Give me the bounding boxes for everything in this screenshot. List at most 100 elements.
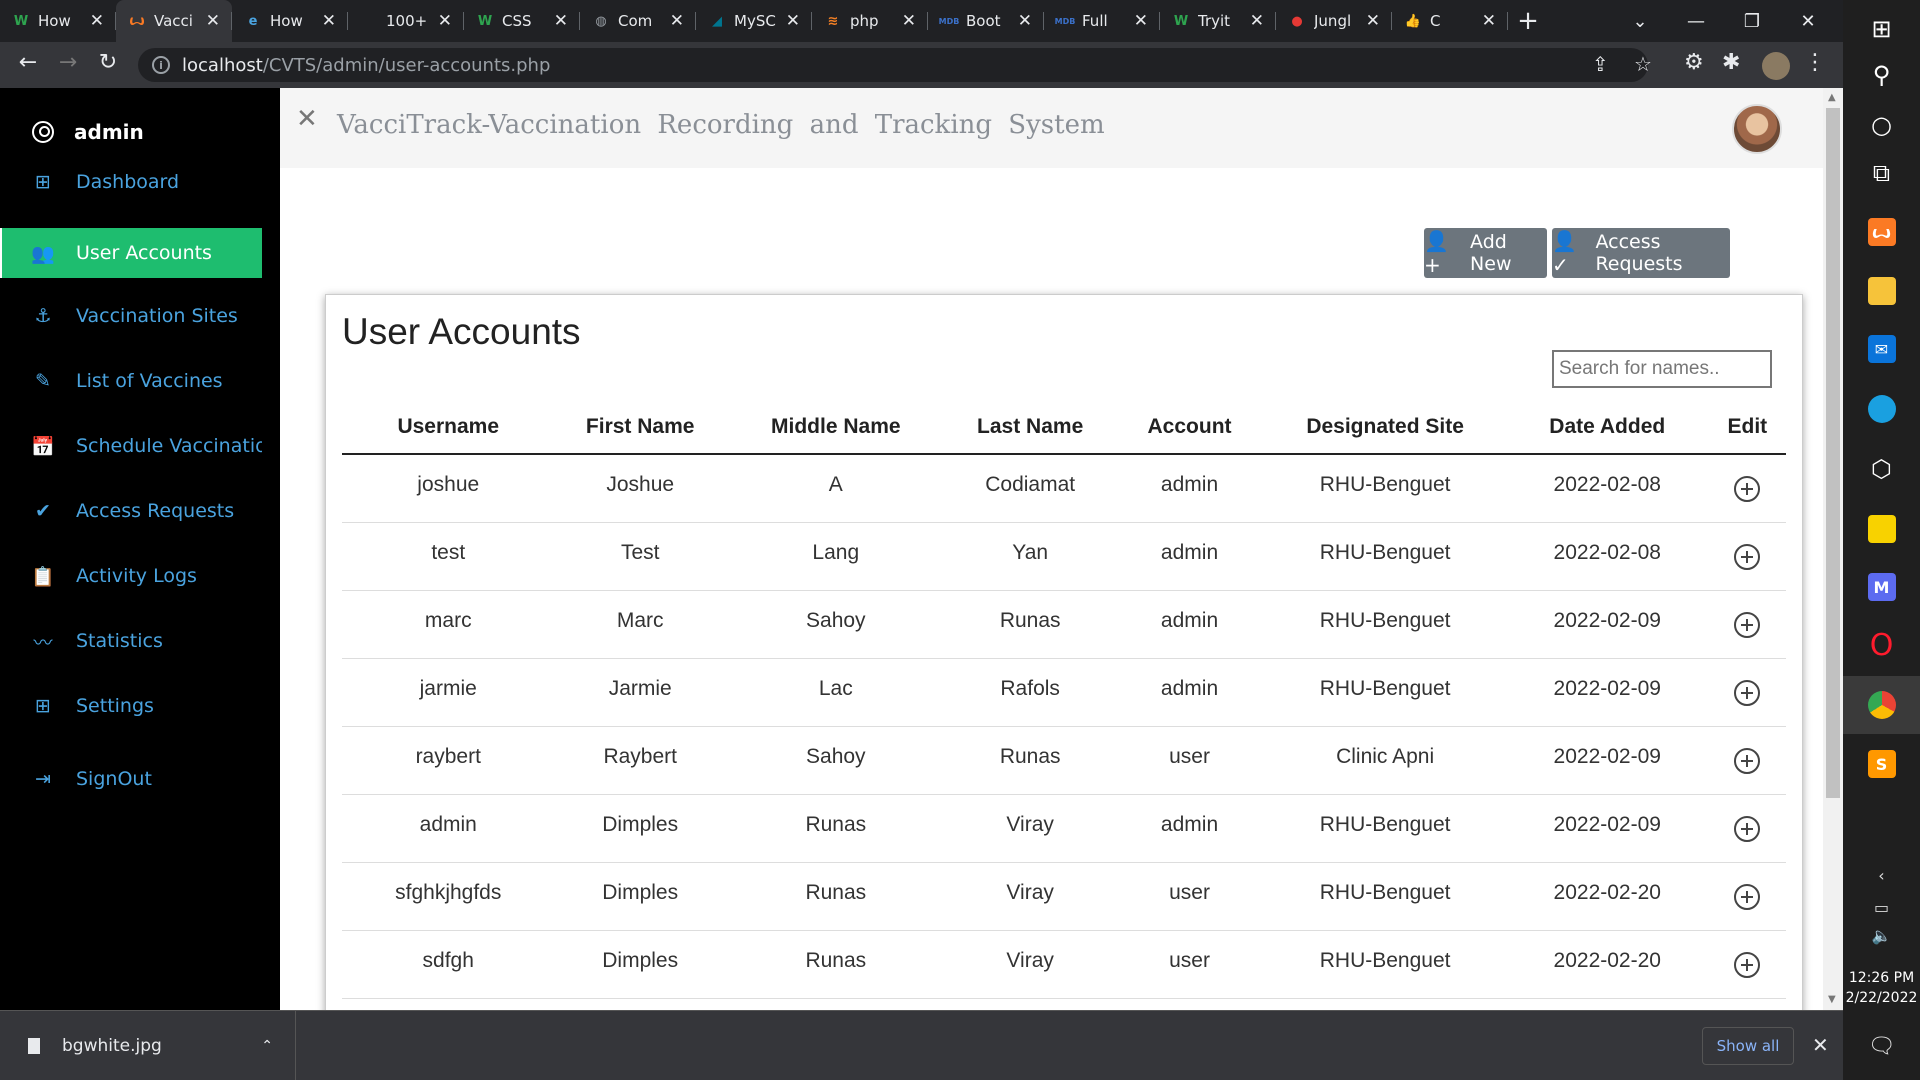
browser-tab[interactable]: W CSS ✕ [464,0,580,42]
edit-plus-icon[interactable] [1734,816,1761,842]
tab-close-icon[interactable]: ✕ [1018,11,1032,31]
reload-icon[interactable]: ↻ [88,50,128,75]
address-bar[interactable]: i localhost/CVTS/admin/user-accounts.php [138,48,1648,82]
add-new-button[interactable]: 👤+ Add New [1424,228,1547,278]
download-item[interactable]: bgwhite.jpg ⌃ [0,1011,296,1080]
browser-tab[interactable]: ≋ php ✕ [812,0,928,42]
downloads-close-icon[interactable]: ✕ [1812,1033,1829,1057]
battery-icon[interactable]: ▭ [1843,898,1920,917]
task-view-icon[interactable]: ⧉ [1843,144,1920,202]
scrollbar-thumb[interactable] [1826,108,1840,798]
sidebar-toggle-close-icon[interactable]: ✕ [296,104,318,134]
scroll-up-icon[interactable]: ▲ [1828,92,1836,103]
chrome-icon[interactable] [1843,676,1920,734]
tab-close-icon[interactable]: ✕ [670,11,684,31]
tab-close-icon[interactable]: ✕ [1250,11,1264,31]
tab-close-icon[interactable]: ✕ [554,11,568,31]
search-input[interactable] [1552,350,1772,388]
window-close-icon[interactable]: ✕ [1780,0,1836,42]
tab-close-icon[interactable]: ✕ [206,11,220,31]
forward-icon[interactable]: → [48,50,88,75]
unity-icon[interactable]: ⬡ [1843,440,1920,498]
column-header[interactable]: Middle Name [725,401,946,455]
tab-close-icon[interactable]: ✕ [438,11,452,31]
sidebar-item-user-accounts[interactable]: 👥 User Accounts [0,228,262,278]
column-header[interactable]: Edit [1708,401,1786,455]
visual-studio-icon[interactable]: M [1843,558,1920,616]
sidebar-item-vaccination-sites[interactable]: ⚓ Vaccination Sites [0,291,262,341]
browser-tab[interactable]: W Tryit ✕ [1160,0,1276,42]
tab-close-icon[interactable]: ✕ [1366,11,1380,31]
notifications-icon[interactable]: 🗨 [1843,1034,1920,1059]
edit-plus-icon[interactable] [1734,476,1761,503]
edit-plus-icon[interactable] [1734,612,1761,638]
minimize-icon[interactable]: — [1668,0,1724,42]
show-hidden-icons-icon[interactable]: ‹ [1843,866,1920,885]
edit-plus-icon[interactable] [1734,952,1761,978]
browser-tab[interactable]: ◢ MySC ✕ [696,0,812,42]
sidebar-item-schedule-vaccination[interactable]: 📅 Schedule Vaccination [0,421,262,471]
site-info-icon[interactable]: i [152,56,170,74]
browser-tab[interactable]: W How ✕ [0,0,116,42]
browser-tab[interactable]: ● Jungl ✕ [1276,0,1392,42]
restore-icon[interactable]: ❐ [1724,0,1780,42]
column-header[interactable]: Username [342,401,555,455]
tab-close-icon[interactable]: ✕ [90,11,104,31]
user-check-icon: 👤✓ [1552,229,1577,277]
column-header[interactable]: First Name [554,401,726,455]
edit-plus-icon[interactable] [1734,680,1761,706]
sidebar-item-list-of-vaccines[interactable]: ✎ List of Vaccines [0,356,262,406]
browser-tab[interactable]: 👍 C ✕ [1392,0,1508,42]
browser-tab[interactable]: MDB Full ✕ [1044,0,1160,42]
browser-tab[interactable]: e How ✕ [232,0,348,42]
bookmark-star-icon[interactable]: ☆ [1634,52,1652,76]
edit-plus-icon[interactable] [1734,544,1761,570]
table-cell: Raybert [554,726,726,795]
column-header[interactable]: Last Name [945,401,1115,455]
access-requests-button[interactable]: 👤✓ Access Requests [1552,228,1730,278]
column-header[interactable]: Designated Site [1264,401,1506,455]
taskbar-clock[interactable]: 12:26 PM 2/22/2022 [1843,968,1920,1008]
share-icon[interactable]: ⇪ [1592,52,1609,76]
sidebar-item-signout[interactable]: ⇥ SignOut [0,754,262,804]
tab-search-icon[interactable]: ⌄ [1612,0,1668,42]
profile-avatar[interactable] [1762,52,1790,80]
user-avatar[interactable] [1732,104,1782,154]
volume-icon[interactable]: 🔈 [1843,926,1920,945]
column-header[interactable]: Account [1114,401,1265,455]
column-header[interactable]: Date Added [1505,401,1709,455]
back-icon[interactable]: ← [8,50,48,75]
browser-tab[interactable]: MDB Boot ✕ [928,0,1044,42]
table-cell: Marc [554,590,726,659]
sidebar-item-access-requests[interactable]: ✔ Access Requests [0,486,262,536]
page-scrollbar[interactable]: ▲ ▼ [1823,88,1843,1010]
sidebar-item-activity-logs[interactable]: 📋 Activity Logs [0,551,262,601]
tab-close-icon[interactable]: ✕ [902,11,916,31]
browser-tab[interactable]: 100+ ✕ [348,0,464,42]
edit-plus-icon[interactable] [1734,748,1761,774]
opera-icon[interactable]: O [1843,616,1920,674]
extensions-puzzle-icon[interactable]: ✱ [1722,50,1740,75]
show-all-button[interactable]: Show all [1702,1027,1794,1065]
chevron-up-icon[interactable]: ⌃ [261,1038,273,1054]
sidebar-item-settings[interactable]: ⊞ Settings [0,681,262,731]
xampp-icon[interactable]: ꙍ [1843,203,1920,261]
new-tab-icon[interactable]: + [1508,6,1548,36]
tab-close-icon[interactable]: ✕ [322,11,336,31]
tab-close-icon[interactable]: ✕ [1134,11,1148,31]
sidebar-item-statistics[interactable]: 〰 Statistics [0,616,262,666]
browser-tab[interactable]: ◍ Com ✕ [580,0,696,42]
extension-settings-icon[interactable]: ⚙ [1684,50,1704,75]
browser-tab[interactable]: ꙍ Vacci ✕ [116,0,232,42]
sticky-notes-icon[interactable] [1843,500,1920,558]
scroll-down-icon[interactable]: ▼ [1828,994,1836,1005]
sublime-text-icon[interactable]: S [1843,735,1920,793]
browser-menu-icon[interactable]: ⋮ [1804,50,1826,75]
edge-icon[interactable] [1843,380,1920,438]
edit-plus-icon[interactable] [1734,884,1761,910]
sidebar-item-dashboard[interactable]: ⊞ Dashboard [0,157,262,207]
file-explorer-icon[interactable] [1843,262,1920,320]
mail-icon[interactable]: ✉ [1843,320,1920,378]
tab-close-icon[interactable]: ✕ [786,11,800,31]
tab-close-icon[interactable]: ✕ [1482,11,1496,31]
